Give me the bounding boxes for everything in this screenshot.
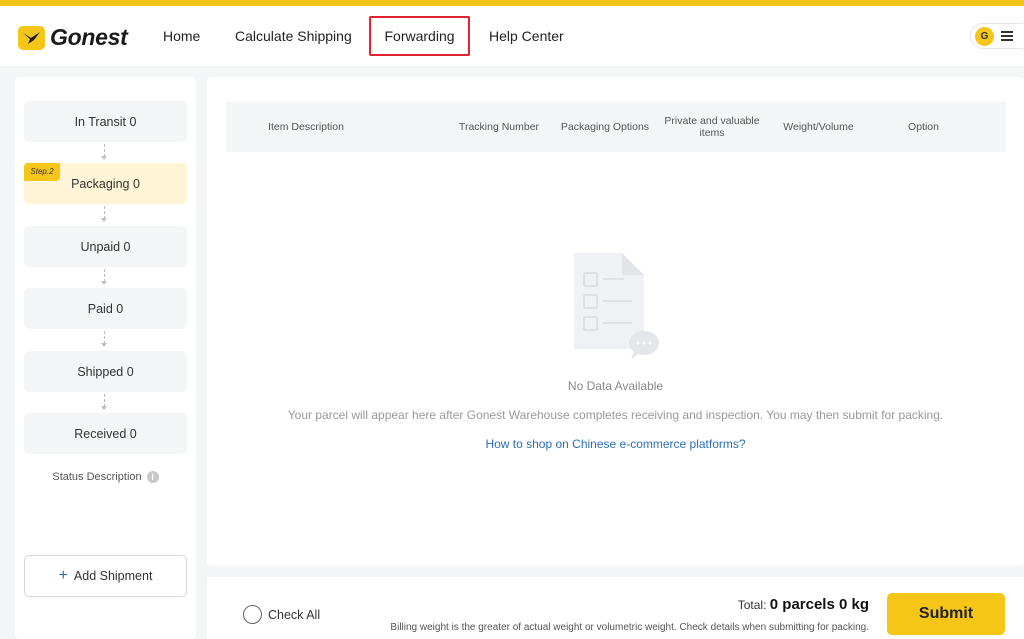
empty-document-icon [572,251,662,361]
submit-button[interactable]: Submit [887,593,1005,635]
check-all[interactable]: Check All [243,605,320,624]
nav-home[interactable]: Home [163,16,200,56]
empty-state-title: No Data Available [567,379,664,393]
nav-forwarding[interactable]: Forwarding [369,16,470,56]
step-packaging[interactable]: Step.2 Packaging 0 [24,163,187,204]
shopping-guide-link[interactable]: How to shop on Chinese e-commerce platfo… [207,437,1024,451]
hamburger-menu-icon[interactable] [1001,31,1013,41]
nav-help-center[interactable]: Help Center [489,16,564,56]
billing-note: Billing weight is the greater of actual … [390,622,869,633]
logo-text: Gonest [50,24,128,50]
parcel-table-panel: Item Description Tracking Number Packagi… [207,77,1024,566]
add-shipment-button[interactable]: + Add Shipment [24,555,187,597]
total-summary: Total: 0 parcels 0 kg [738,596,869,613]
total-value: 0 parcels 0 kg [769,596,869,613]
logo[interactable]: Gonest [18,24,128,51]
check-all-radio[interactable] [243,605,262,624]
step-connector-arrow [101,269,107,287]
step-paid[interactable]: Paid 0 [24,288,187,329]
total-label: Total: [737,598,767,612]
status-sidebar: In Transit 0 Step.2 Packaging 0 Unpaid 0… [15,77,196,639]
step-unpaid[interactable]: Unpaid 0 [24,226,187,267]
status-description[interactable]: Status Description i [15,471,196,483]
step-label: In Transit 0 [74,114,137,129]
column-header-item-description: Item Description [268,121,344,133]
step-received[interactable]: Received 0 [24,413,187,454]
step-tag: Step.2 [24,163,60,181]
user-menu[interactable]: G [970,23,1023,49]
step-label: Shipped 0 [77,364,134,379]
info-icon[interactable]: i [146,471,159,483]
check-all-label: Check All [268,607,321,622]
step-shipped[interactable]: Shipped 0 [24,351,187,392]
column-header-tracking-number: Tracking Number [458,121,540,133]
step-connector-arrow [101,394,107,412]
step-label: Packaging 0 [71,176,140,191]
step-label: Unpaid 0 [80,239,131,254]
step-in-transit[interactable]: In Transit 0 [24,101,187,142]
column-header-private-valuable-items: Private and valuable items [664,115,760,139]
status-description-label: Status Description [52,471,142,483]
avatar[interactable]: G [975,27,994,46]
step-connector-arrow [101,144,107,162]
column-header-option: Option [908,121,939,133]
column-header-packaging-options: Packaging Options [560,121,650,133]
step-label: Received 0 [74,426,137,441]
column-header-weight-volume: Weight/Volume [783,121,854,133]
header: Gonest Home Calculate Shipping Forwardin… [0,6,1024,66]
bird-logo-icon [18,25,45,50]
nav-calculate-shipping[interactable]: Calculate Shipping [235,16,352,56]
empty-state-description: Your parcel will appear here after Gones… [287,408,944,422]
step-connector-arrow [101,206,107,224]
step-label: Paid 0 [87,301,124,316]
plus-icon: + [58,567,68,584]
table-header: Item Description Tracking Number Packagi… [226,102,1006,152]
footer-bar: Check All Total: 0 parcels 0 kg Billing … [207,577,1024,639]
add-shipment-label: Add Shipment [73,569,153,583]
step-connector-arrow [101,331,107,349]
